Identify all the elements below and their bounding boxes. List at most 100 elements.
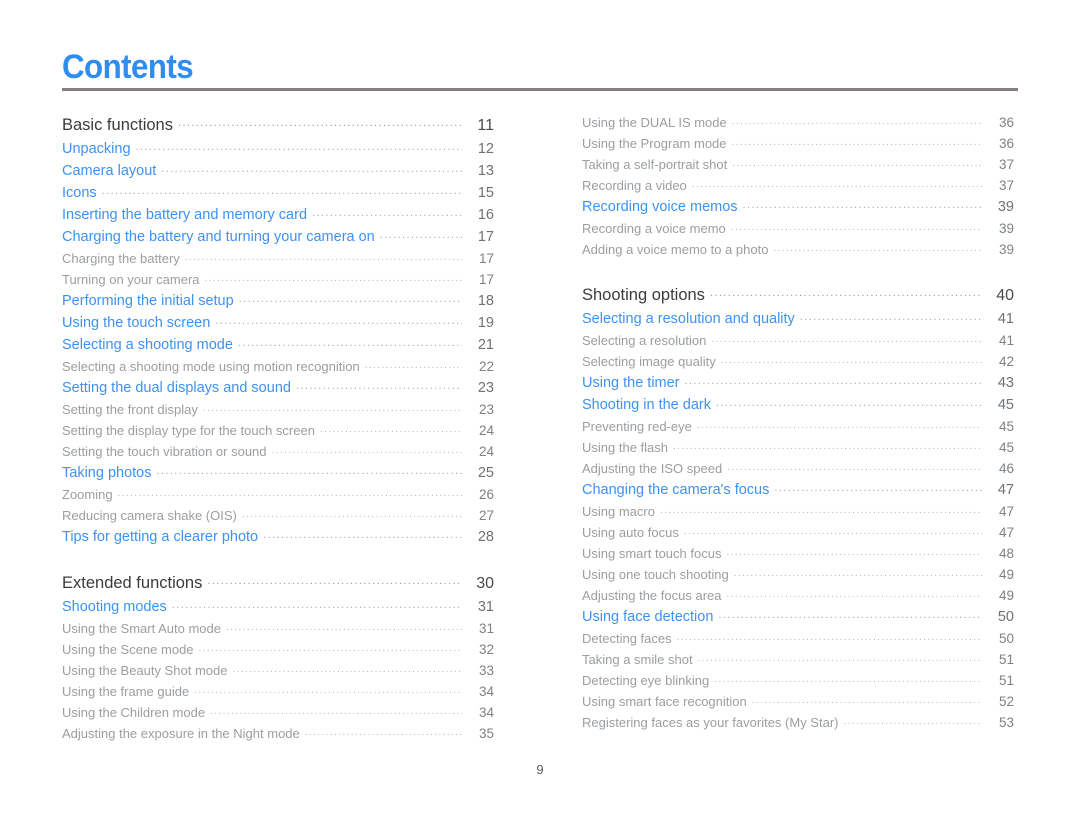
toc-dot-leader <box>731 217 982 238</box>
toc-entry-label: Adding a voice memo to a photo <box>582 242 769 257</box>
toc-entry-level2[interactable]: Adjusting the ISO speed 46 <box>582 458 1014 479</box>
toc-entry-label: Inserting the battery and memory card <box>62 207 308 223</box>
toc-entry-level2[interactable]: Using smart face recognition 52 <box>582 691 1014 712</box>
toc-entry-label: Shooting in the dark <box>582 397 711 413</box>
toc-entry-level1[interactable]: Changing the camera's focus 47 <box>582 479 1014 501</box>
toc-entry-level2[interactable]: Using smart touch focus 48 <box>582 543 1014 564</box>
toc-entry-level1[interactable]: Setting the dual displays and sound 23 <box>62 377 494 399</box>
toc-entry-level1[interactable]: Using the touch screen 19 <box>62 312 494 334</box>
toc-entry-page-number: 15 <box>477 185 494 201</box>
toc-entry-level1[interactable]: Using face detection 50 <box>582 606 1014 628</box>
toc-entry-page-number: 17 <box>478 272 494 287</box>
toc-entry-page-number: 51 <box>998 652 1014 667</box>
toc-dot-leader <box>660 500 982 521</box>
toc-entry-level2[interactable]: Reducing camera shake (OIS) 27 <box>62 505 494 526</box>
toc-entry-page-number: 23 <box>477 380 494 396</box>
toc-entry-level2[interactable]: Detecting faces 50 <box>582 628 1014 649</box>
toc-entry-page-number: 12 <box>477 141 494 157</box>
toc-entry-level2[interactable]: Registering faces as your favorites (My … <box>582 712 1014 733</box>
toc-entry-level2[interactable]: Setting the display type for the touch s… <box>62 420 494 441</box>
toc-entry-label: Adjusting the ISO speed <box>582 461 723 476</box>
toc-entry-level2[interactable]: Turning on your camera 17 <box>62 269 494 290</box>
toc-entry-page-number: 17 <box>478 251 494 266</box>
toc-entry-level2[interactable]: Using macro 47 <box>582 501 1014 522</box>
toc-entry-level2[interactable]: Selecting a resolution 41 <box>582 330 1014 351</box>
toc-entry-label: Shooting modes <box>62 599 167 615</box>
toc-entry-label: Shooting options <box>582 286 705 304</box>
toc-entry-level1[interactable]: Inserting the battery and memory card 16 <box>62 204 494 226</box>
toc-dot-leader <box>743 194 982 216</box>
toc-dot-leader <box>711 329 982 350</box>
toc-entry-level2[interactable]: Taking a self-portrait shot 37 <box>582 154 1014 175</box>
toc-entry-level1[interactable]: Icons 15 <box>62 182 494 204</box>
toc-dot-leader <box>242 504 462 525</box>
toc-entry-label: Using smart face recognition <box>582 694 747 709</box>
toc-entry-label: Using the frame guide <box>62 684 190 699</box>
toc-entry-level2[interactable]: Using the Program mode 36 <box>582 133 1014 154</box>
toc-entry-level2[interactable]: Using the frame guide 34 <box>62 681 494 702</box>
toc-dot-leader <box>203 398 462 419</box>
toc-entry-page-number: 21 <box>477 337 494 353</box>
toc-entry-level1[interactable]: Camera layout 13 <box>62 160 494 182</box>
toc-entry-level2[interactable]: Using the Children mode 34 <box>62 702 494 723</box>
toc-entry-page-number: 47 <box>997 482 1014 498</box>
toc-entry-label: Setting the front display <box>62 402 198 417</box>
toc-dot-leader <box>673 436 982 457</box>
toc-entry-level2[interactable]: Recording a voice memo 39 <box>582 218 1014 239</box>
toc-dot-leader <box>194 680 462 701</box>
toc-entry-label: Selecting a resolution and quality <box>582 311 795 327</box>
toc-entry-level1[interactable]: Performing the initial setup 18 <box>62 290 494 312</box>
toc-entry-label: Taking photos <box>62 465 152 481</box>
toc-dot-leader <box>714 669 982 690</box>
toc-section-heading[interactable]: Extended functions 30 <box>62 570 494 596</box>
toc-entry-level2[interactable]: Using auto focus 47 <box>582 522 1014 543</box>
toc-entry-level1[interactable]: Unpacking 12 <box>62 138 494 160</box>
toc-entry-level1[interactable]: Shooting in the dark 45 <box>582 394 1014 416</box>
toc-entry-label: Taking a smile shot <box>582 652 693 667</box>
toc-entry-level2[interactable]: Taking a smile shot 51 <box>582 649 1014 670</box>
toc-entry-level2[interactable]: Using one touch shooting 49 <box>582 564 1014 585</box>
toc-entry-label: Using smart touch focus <box>582 546 722 561</box>
toc-entry-level2[interactable]: Using the DUAL IS mode 36 <box>582 112 1014 133</box>
toc-entry-label: Turning on your camera <box>62 272 200 287</box>
toc-entry-label: Adjusting the focus area <box>582 588 722 603</box>
toc-section-heading[interactable]: Shooting options 40 <box>582 282 1014 308</box>
toc-entry-label: Using the Smart Auto mode <box>62 621 221 636</box>
toc-entry-level2[interactable]: Adding a voice memo to a photo 39 <box>582 239 1014 260</box>
toc-entry-level2[interactable]: Detecting eye blinking 51 <box>582 670 1014 691</box>
toc-entry-page-number: 31 <box>477 599 494 615</box>
toc-dot-leader <box>732 111 982 132</box>
toc-dot-leader <box>726 542 982 563</box>
toc-entry-label: Adjusting the exposure in the Night mode <box>62 726 300 741</box>
toc-dot-leader <box>263 524 462 546</box>
toc-entry-level2[interactable]: Recording a video 37 <box>582 175 1014 196</box>
toc-entry-page-number: 31 <box>478 621 494 636</box>
toc-entry-level1[interactable]: Charging the battery and turning your ca… <box>62 226 494 248</box>
toc-entry-level2[interactable]: Charging the battery 17 <box>62 248 494 269</box>
toc-dot-leader <box>692 174 982 195</box>
toc-entry-level2[interactable]: Preventing red-eye 45 <box>582 416 1014 437</box>
toc-entry-level1[interactable]: Taking photos 25 <box>62 462 494 484</box>
toc-entry-level2[interactable]: Adjusting the exposure in the Night mode… <box>62 723 494 744</box>
toc-entry-page-number: 53 <box>998 715 1014 730</box>
toc-entry-level2[interactable]: Using the Scene mode 32 <box>62 639 494 660</box>
toc-entry-page-number: 17 <box>477 229 494 245</box>
toc-entry-level2[interactable]: Selecting a shooting mode using motion r… <box>62 356 494 377</box>
toc-entry-level1[interactable]: Selecting a shooting mode 21 <box>62 334 494 356</box>
toc-entry-level2[interactable]: Setting the front display 23 <box>62 399 494 420</box>
toc-entry-level2[interactable]: Adjusting the focus area 49 <box>582 585 1014 606</box>
toc-entry-level1[interactable]: Using the timer 43 <box>582 372 1014 394</box>
toc-entry-level1[interactable]: Recording voice memos 39 <box>582 196 1014 218</box>
toc-entry-level1[interactable]: Tips for getting a clearer photo 28 <box>62 526 494 548</box>
toc-entry-level2[interactable]: Selecting image quality 42 <box>582 351 1014 372</box>
toc-entry-level2[interactable]: Zooming 26 <box>62 484 494 505</box>
toc-entry-level2[interactable]: Using the flash 45 <box>582 437 1014 458</box>
toc-dot-leader <box>118 483 462 504</box>
toc-section-heading[interactable]: Basic functions 11 <box>62 112 494 138</box>
toc-entry-level2[interactable]: Using the Beauty Shot mode 33 <box>62 660 494 681</box>
toc-entry-level1[interactable]: Selecting a resolution and quality 41 <box>582 308 1014 330</box>
toc-entry-level2[interactable]: Setting the touch vibration or sound 24 <box>62 441 494 462</box>
toc-entry-level1[interactable]: Shooting modes 31 <box>62 596 494 618</box>
toc-dot-leader <box>774 477 982 499</box>
toc-entry-level2[interactable]: Using the Smart Auto mode 31 <box>62 618 494 639</box>
